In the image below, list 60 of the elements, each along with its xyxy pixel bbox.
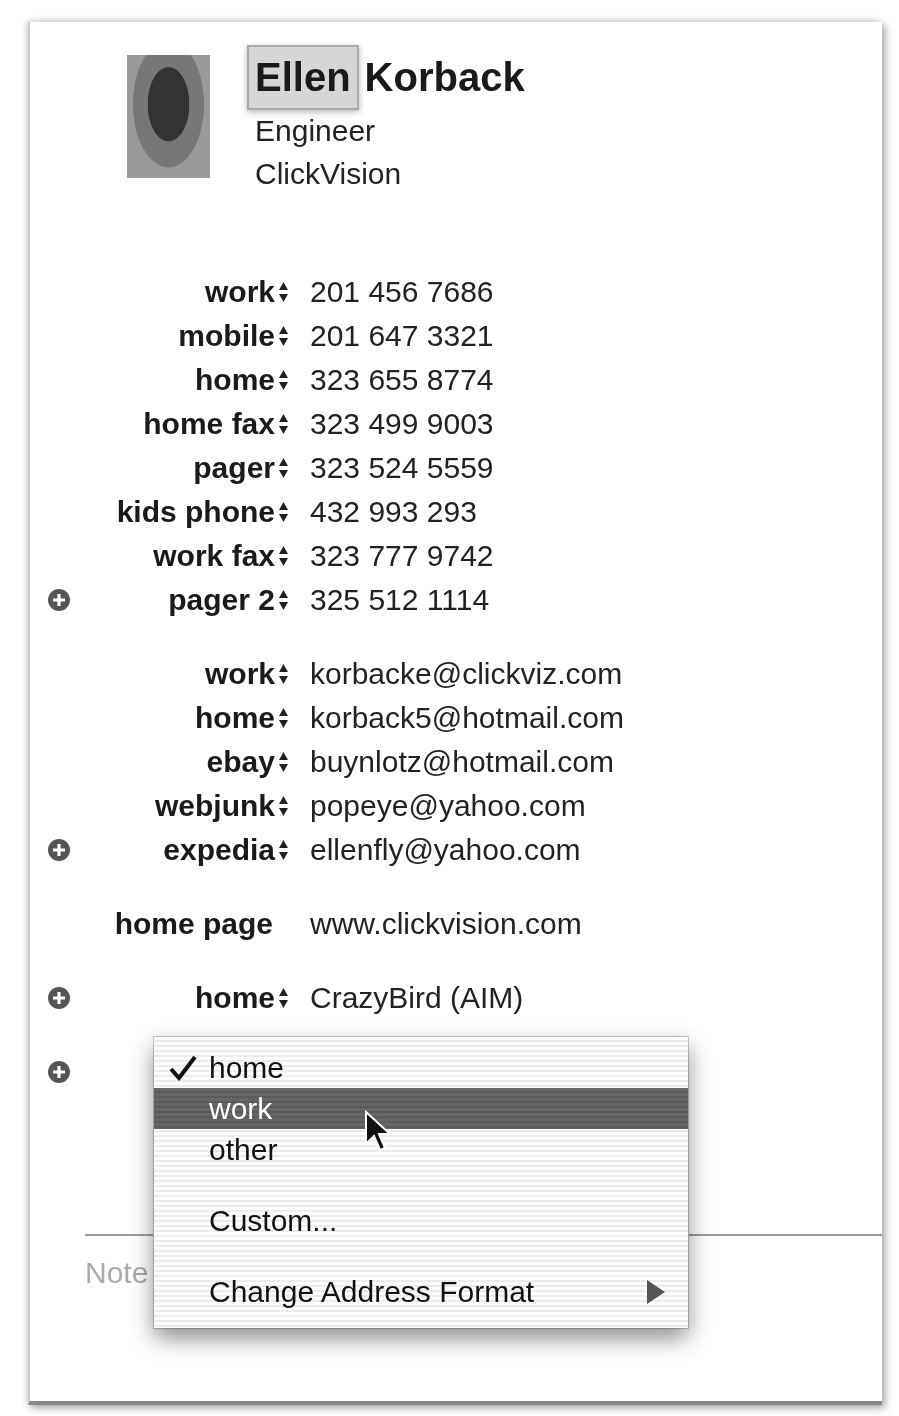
- field-value[interactable]: korback5@hotmail.com: [310, 701, 882, 735]
- label-popup-button[interactable]: home: [195, 363, 289, 397]
- label-popup-button[interactable]: mobile: [178, 319, 289, 353]
- label-popup-button[interactable]: home: [195, 701, 289, 735]
- field-value[interactable]: CrazyBird (AIM): [310, 981, 882, 1015]
- label-popup-button[interactable]: expedia: [163, 833, 289, 867]
- up-down-arrows-icon: [278, 413, 289, 435]
- field-value[interactable]: 201 456 7686: [310, 275, 882, 309]
- label-popup-button[interactable]: work: [204, 657, 289, 691]
- add-icon[interactable]: [47, 986, 71, 1010]
- field-value[interactable]: buynlotz@hotmail.com: [310, 745, 882, 779]
- up-down-arrows-icon: [278, 663, 289, 685]
- up-down-arrows-icon: [278, 325, 289, 347]
- label-popup-button[interactable]: pager: [193, 451, 289, 485]
- label-popup-button[interactable]: pager 2: [168, 583, 289, 617]
- first-name-field[interactable]: Ellen: [247, 44, 359, 110]
- menu-item[interactable]: work: [154, 1088, 688, 1129]
- menu-item[interactable]: home: [154, 1047, 688, 1088]
- menu-item[interactable]: Custom...: [154, 1200, 688, 1241]
- field-value[interactable]: 323 499 9003: [310, 407, 882, 441]
- up-down-arrows-icon: [278, 839, 289, 861]
- up-down-arrows-icon: [278, 281, 289, 303]
- note-label: Note: [85, 1256, 149, 1290]
- label-popup-button[interactable]: home fax: [143, 407, 289, 441]
- field-value[interactable]: 201 647 3321: [310, 319, 882, 353]
- label-popup-button[interactable]: kids phone: [116, 495, 289, 529]
- field-value[interactable]: 323 655 8774: [310, 363, 882, 397]
- field-value[interactable]: 323 777 9742: [310, 539, 882, 573]
- up-down-arrows-icon: [278, 795, 289, 817]
- up-down-arrows-icon: [278, 545, 289, 567]
- up-down-arrows-icon: [278, 369, 289, 391]
- label-popup-button[interactable]: work: [204, 275, 289, 309]
- field-label: home page: [114, 907, 273, 941]
- field-value[interactable]: 325 512 1114: [310, 583, 882, 617]
- label-popup-button[interactable]: work fax: [153, 539, 289, 573]
- cursor-icon: [364, 1110, 392, 1152]
- up-down-arrows-icon: [278, 987, 289, 1009]
- company-name: ClickVision: [255, 156, 403, 192]
- field-value[interactable]: popeye@yahoo.com: [310, 789, 882, 823]
- menu-item[interactable]: Change Address Format: [154, 1271, 688, 1312]
- add-icon[interactable]: [47, 1060, 71, 1084]
- submenu-arrow-icon: [646, 1278, 666, 1305]
- add-icon[interactable]: [47, 588, 71, 612]
- label-popup-button[interactable]: webjunk: [155, 789, 289, 823]
- field-value[interactable]: 323 524 5559: [310, 451, 882, 485]
- field-value[interactable]: www.clickvision.com: [310, 907, 882, 941]
- last-name: Korback: [364, 54, 525, 100]
- add-icon[interactable]: [47, 838, 71, 862]
- job-title: Engineer: [255, 113, 377, 149]
- field-value[interactable]: ellenfly@yahoo.com: [310, 833, 882, 867]
- up-down-arrows-icon: [278, 457, 289, 479]
- up-down-arrows-icon: [278, 589, 289, 611]
- field-value[interactable]: 432 993 293: [310, 495, 882, 529]
- menu-item[interactable]: other: [154, 1129, 688, 1170]
- field-value[interactable]: korbacke@clickviz.com: [310, 657, 882, 691]
- label-popup-button[interactable]: ebay: [206, 745, 289, 779]
- up-down-arrows-icon: [278, 501, 289, 523]
- up-down-arrows-icon: [278, 707, 289, 729]
- up-down-arrows-icon: [278, 751, 289, 773]
- label-popup-button[interactable]: home: [195, 981, 289, 1015]
